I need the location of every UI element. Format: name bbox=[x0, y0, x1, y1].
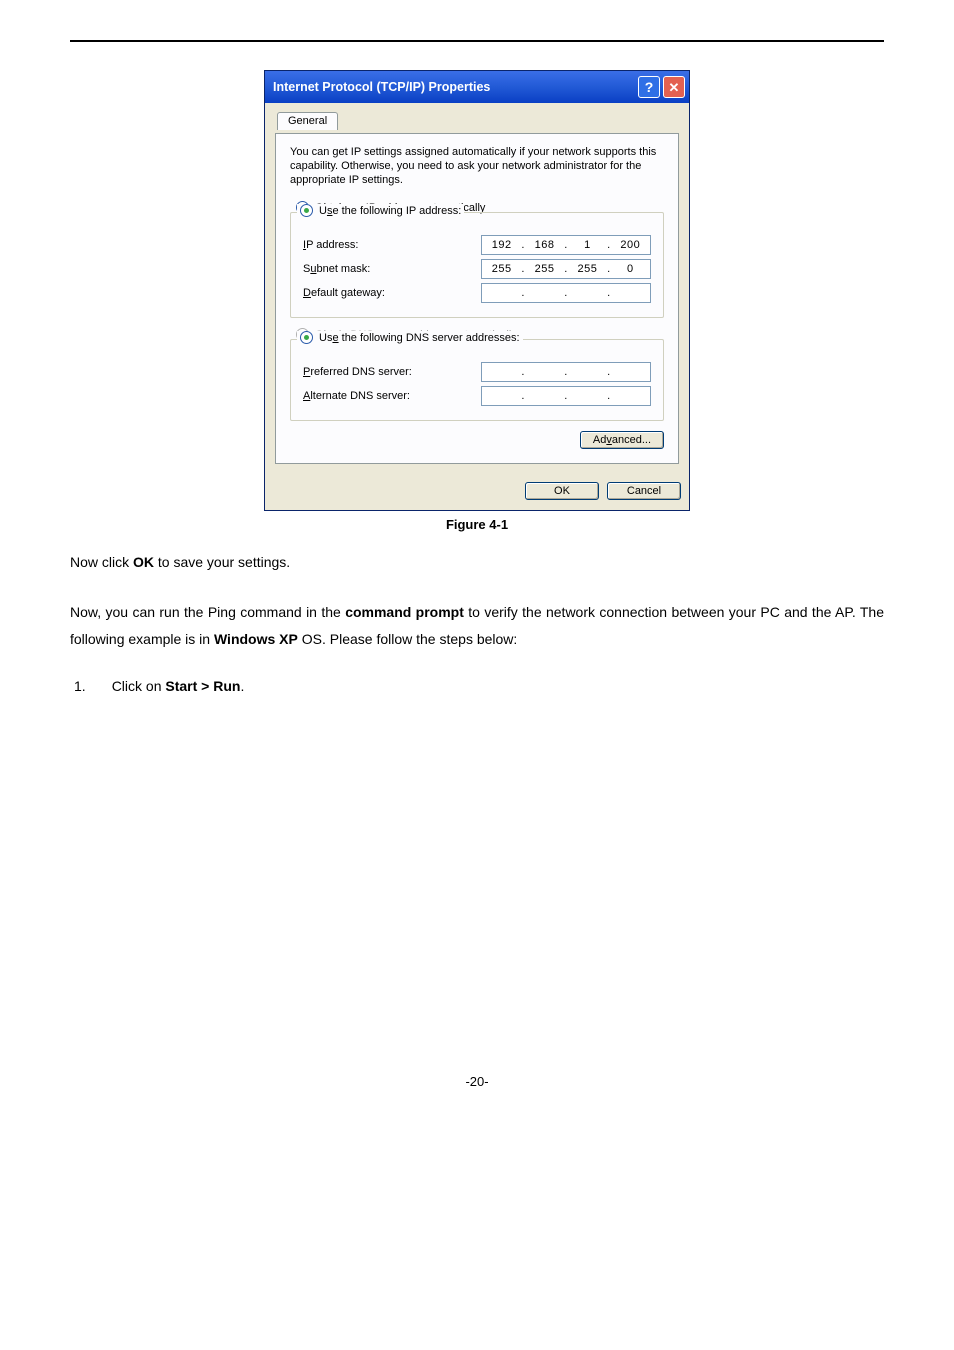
subnet-mask-input[interactable]: 255. 255. 255. 0 bbox=[481, 259, 651, 279]
radio-checked-icon bbox=[300, 331, 313, 344]
step-1: 1. Click on Start > Run. bbox=[74, 678, 884, 694]
instruction-save: Now click OK to save your settings. bbox=[70, 552, 884, 573]
tab-panel: You can get IP settings assigned automat… bbox=[275, 133, 679, 464]
ip-fieldset: Use the following IP address: IP address… bbox=[290, 212, 664, 318]
tab-general[interactable]: General bbox=[277, 112, 338, 130]
radio-use-ip[interactable]: Use the following IP address: bbox=[297, 204, 464, 217]
tcpip-properties-dialog: Internet Protocol (TCP/IP) Properties ? … bbox=[264, 70, 690, 511]
default-gateway-input[interactable]: . . . bbox=[481, 283, 651, 303]
figure-caption: Figure 4-1 bbox=[70, 517, 884, 532]
dns-fieldset: Use the following DNS server addresses: … bbox=[290, 339, 664, 421]
instruction-ping: Now, you can run the Ping command in the… bbox=[70, 599, 884, 652]
ip-address-input[interactable]: 192. 168. 1. 200 bbox=[481, 235, 651, 255]
radio-use-dns[interactable]: Use the following DNS server addresses: bbox=[297, 331, 523, 344]
help-icon[interactable]: ? bbox=[638, 76, 660, 98]
advanced-button[interactable]: Advanced... bbox=[580, 431, 664, 449]
description-text: You can get IP settings assigned automat… bbox=[290, 146, 664, 187]
ip-address-label: IP address: bbox=[303, 239, 481, 251]
titlebar: Internet Protocol (TCP/IP) Properties ? … bbox=[265, 71, 689, 103]
close-icon[interactable]: ✕ bbox=[663, 76, 685, 98]
alternate-dns-label: Alternate DNS server: bbox=[303, 390, 481, 402]
top-divider bbox=[70, 40, 884, 42]
page-number: -20- bbox=[70, 1074, 884, 1089]
default-gateway-label: Default gateway: bbox=[303, 287, 481, 299]
preferred-dns-input[interactable]: . . . bbox=[481, 362, 651, 382]
radio-checked-icon bbox=[300, 204, 313, 217]
ok-button[interactable]: OK bbox=[525, 482, 599, 500]
subnet-mask-label: Subnet mask: bbox=[303, 263, 481, 275]
cancel-button[interactable]: Cancel bbox=[607, 482, 681, 500]
preferred-dns-label: Preferred DNS server: bbox=[303, 366, 481, 378]
dialog-title: Internet Protocol (TCP/IP) Properties bbox=[273, 80, 638, 94]
alternate-dns-input[interactable]: . . . bbox=[481, 386, 651, 406]
